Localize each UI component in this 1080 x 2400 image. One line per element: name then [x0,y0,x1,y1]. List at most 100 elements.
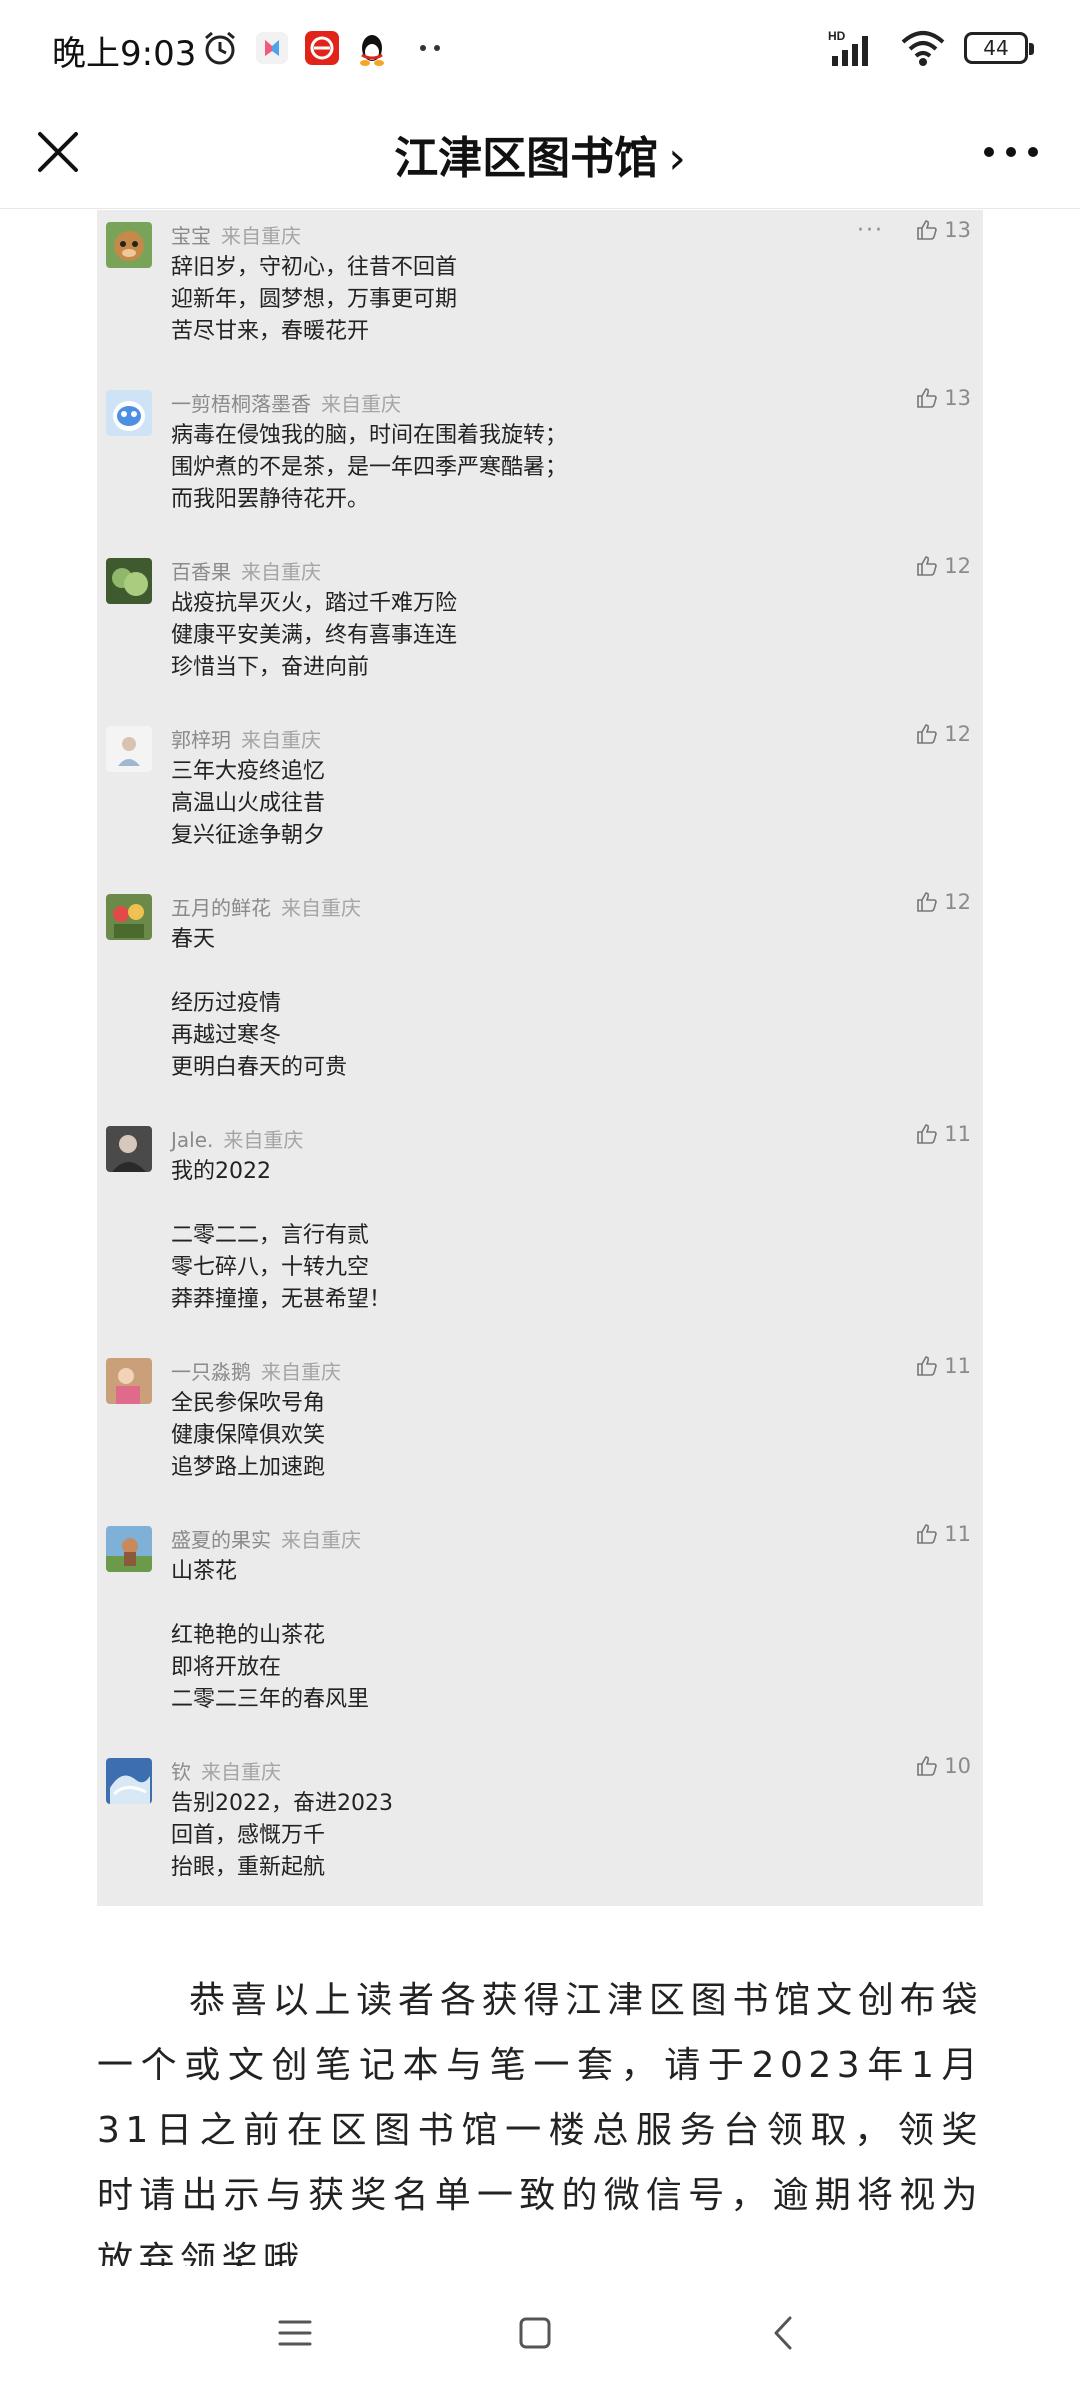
author-location: 来自重庆 [201,1760,281,1784]
like-count-value: 12 [944,554,971,578]
author-name: 百香果 [171,560,231,584]
like-count: 13 [916,386,971,410]
qq-icon [360,35,384,66]
author-name: 一只淼鹅 [171,1360,251,1384]
like-count: 12 [916,722,971,746]
thumbs-up-icon [917,388,938,408]
author-location: 来自重庆 [281,1528,361,1552]
like-count-value: 13 [944,218,971,242]
comment-text: 山茶花 红艳艳的山茶花 即将开放在 二零二三年的春风里 [171,1559,370,1712]
avatar [106,1358,152,1404]
article-nav-bar: 江津区图书馆 › [0,96,1080,209]
system-navigation-bar [0,2266,1080,2400]
article-paragraph: 恭喜以上读者各获得江津区图书馆文创布袋一个或文创笔记本与笔一套，请于2023年1… [97,1980,983,2266]
like-count: 10 [916,1754,971,1778]
comment-text: 辞旧岁，守初心，往昔不回首 迎新年，圆梦想，万事更可期 苦尽甘来，春暖花开 [171,255,458,344]
comment-item: 宝宝 来自重庆 ··· 13 辞旧岁，守初心，往昔不回首 迎新年，圆梦想，万事更可… [97,210,983,378]
author-name: 宝宝 [171,224,211,248]
news-app-icon [305,31,339,65]
comment-item: 钦来自重庆 10 告别2022，奋进2023 回首，感慨万千 抬眼，重新起航 [97,1746,983,1906]
comment-more-icon: ··· [857,218,884,243]
like-count-value: 11 [944,1522,971,1546]
battery-indicator: 44 [964,32,1034,64]
back-icon[interactable] [760,2308,810,2358]
comment-author: 郭梓玥 来自重庆 [171,724,321,753]
thumbs-up-icon [917,1524,938,1544]
app-notification-icon [256,32,288,64]
like-count: 11 [916,1122,971,1146]
comment-item: 一剪梧桐落墨香 来自重庆 13 病毒在侵蚀我的脑，时间在围着我旋转； 围炉煮的不是… [97,378,983,546]
alarm-clock-icon [205,31,235,65]
comment-text: 战疫抗旱灭火，踏过千难万险 健康平安美满，终有喜事连连 珍惜当下，奋进向前 [171,591,458,680]
author-name: Jale. [171,1128,214,1152]
author-location: 来自重庆 [241,560,321,584]
author-name: 盛夏的果实 [171,1528,271,1552]
comment-text: 告别2022，奋进2023 回首，感慨万千 抬眼，重新起航 [171,1791,393,1880]
avatar [106,894,152,940]
status-time: 晚上9:03 [52,34,197,74]
like-count: 11 [916,1354,971,1378]
author-location: 来自重庆 [221,224,301,248]
comment-author: 五月的鲜花 来自重庆 [171,892,361,921]
account-name: 江津区图书馆 [394,133,659,184]
comments-screenshot: 宝宝 来自重庆 ··· 13 辞旧岁，守初心，往昔不回首 迎新年，圆梦想，万事更可… [97,210,983,1906]
comment-text: 病毒在侵蚀我的脑，时间在围着我旋转； 围炉煮的不是茶，是一年四季严寒酷暑； 而我… [171,423,568,512]
comment-author: 百香果 来自重庆 [171,556,321,585]
like-count: 12 [916,554,971,578]
author-name: 钦 [171,1760,191,1784]
thumbs-up-icon [917,556,938,576]
avatar [106,1126,152,1172]
thumbs-up-icon [917,1124,938,1144]
avatar [106,222,152,268]
comment-author: 宝宝 来自重庆 [171,220,301,249]
thumbs-up-icon [917,220,938,240]
like-count: 12 [916,890,971,914]
comment-author: 一剪梧桐落墨香 来自重庆 [171,388,401,417]
comment-author: 盛夏的果实 来自重庆 [171,1524,361,1553]
comment-item: 百香果 来自重庆 12 战疫抗旱灭火，踏过千难万险 健康平安美满，终有喜事连连 珍… [97,546,983,714]
avatar [106,726,152,772]
thumbs-up-icon [917,1756,938,1776]
like-count-value: 13 [944,386,971,410]
like-count: 13 [916,218,971,242]
thumbs-up-icon [917,892,938,912]
author-name: 一剪梧桐落墨香 [171,392,311,416]
avatar [106,1758,152,1804]
author-location: 来自重庆 [281,896,361,920]
author-location: 来自重庆 [223,1128,304,1152]
avatar [106,1526,152,1572]
avatar [106,390,152,436]
home-icon[interactable] [510,2308,560,2358]
comment-author: Jale. 来自重庆 [171,1124,303,1153]
author-name: 五月的鲜花 [171,896,271,920]
like-count-value: 11 [944,1122,971,1146]
avatar [106,558,152,604]
menu-icon[interactable] [270,2308,320,2358]
author-location: 来自重庆 [321,392,401,416]
comment-item: 盛夏的果实 来自重庆 11 山茶花 红艳艳的山茶花 即将开放在 二零二三年的春风里 [97,1514,983,1746]
author-name: 郭梓玥 [171,728,231,752]
comment-item: 五月的鲜花 来自重庆 12 春天 经历过疫情 再越过寒冬 更明白春天的可贵 [97,882,983,1114]
like-count-value: 12 [944,890,971,914]
comment-text: 三年大疫终追忆 高温山火成往昔 复兴征途争朝夕 [171,759,326,848]
status-bar: 晚上9:03 HD 44 [0,0,1080,96]
author-location: 来自重庆 [241,728,321,752]
wifi-icon [901,31,945,66]
like-count-value: 10 [944,1754,971,1778]
author-location: 来自重庆 [261,1360,341,1384]
comment-text: 我的2022 二零二二，言行有贰 零七碎八，十转九空 莽莽撞撞，无甚希望！ [171,1159,392,1312]
network-type-label: HD [828,29,846,43]
comment-text: 全民参保吹号角 健康保障俱欢笑 追梦路上加速跑 [171,1391,326,1480]
status-right: HD 44 [828,26,1034,70]
comment-author: 一只淼鹅 来自重庆 [171,1356,341,1385]
comment-text: 春天 经历过疫情 再越过寒冬 更明白春天的可贵 [171,927,348,1080]
like-count: 11 [916,1522,971,1546]
thumbs-up-icon [917,1356,938,1376]
chevron-right-icon: › [668,133,686,184]
like-count-value: 11 [944,1354,971,1378]
thumbs-up-icon [917,724,938,744]
more-options-icon[interactable] [976,132,1046,172]
like-count-value: 12 [944,722,971,746]
comment-author: 钦来自重庆 [171,1756,281,1785]
account-title[interactable]: 江津区图书馆 › [0,122,1080,186]
